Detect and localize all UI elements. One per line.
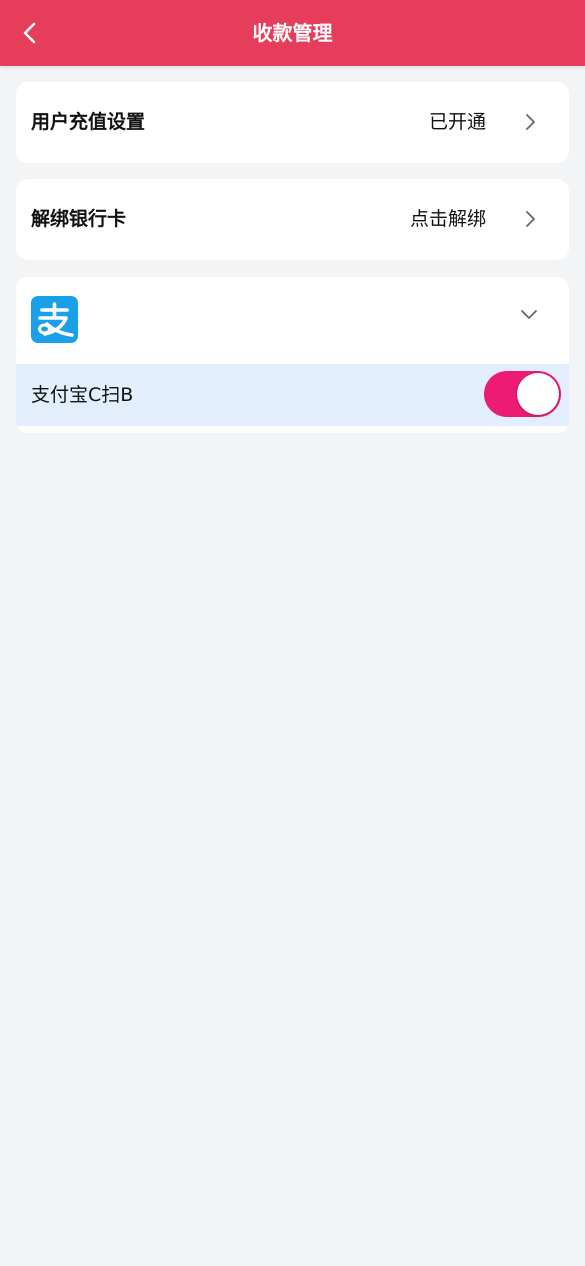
alipay-group-header[interactable]	[16, 277, 569, 364]
recharge-settings-card: 用户充值设置 已开通	[16, 82, 569, 163]
payment-methods-card: 支付宝C扫B	[16, 277, 569, 433]
unbind-bank-card-row[interactable]: 解绑银行卡 点击解绑	[16, 179, 569, 260]
recharge-status-value: 已开通	[428, 111, 486, 133]
unbind-card-card: 解绑银行卡 点击解绑	[16, 179, 569, 260]
app-header: 收款管理	[0, 0, 585, 66]
alipay-logo-icon	[31, 296, 78, 343]
unbind-action-value: 点击解绑	[409, 208, 486, 230]
chevron-right-icon	[526, 211, 535, 227]
back-button[interactable]	[10, 13, 50, 53]
recharge-settings-row[interactable]: 用户充值设置 已开通	[16, 82, 569, 163]
recharge-settings-label: 用户充值设置	[31, 111, 146, 133]
chevron-down-icon	[521, 310, 537, 319]
chevron-left-icon	[23, 22, 36, 44]
alipay-c-scan-b-toggle[interactable]	[484, 371, 561, 417]
unbind-bank-card-label: 解绑银行卡	[31, 208, 127, 230]
toggle-knob	[517, 373, 559, 415]
payment-method-row: 支付宝C扫B	[16, 364, 569, 426]
alipay-c-scan-b-label: 支付宝C扫B	[31, 384, 134, 406]
page-title: 收款管理	[252, 21, 333, 45]
chevron-right-icon	[526, 114, 535, 130]
